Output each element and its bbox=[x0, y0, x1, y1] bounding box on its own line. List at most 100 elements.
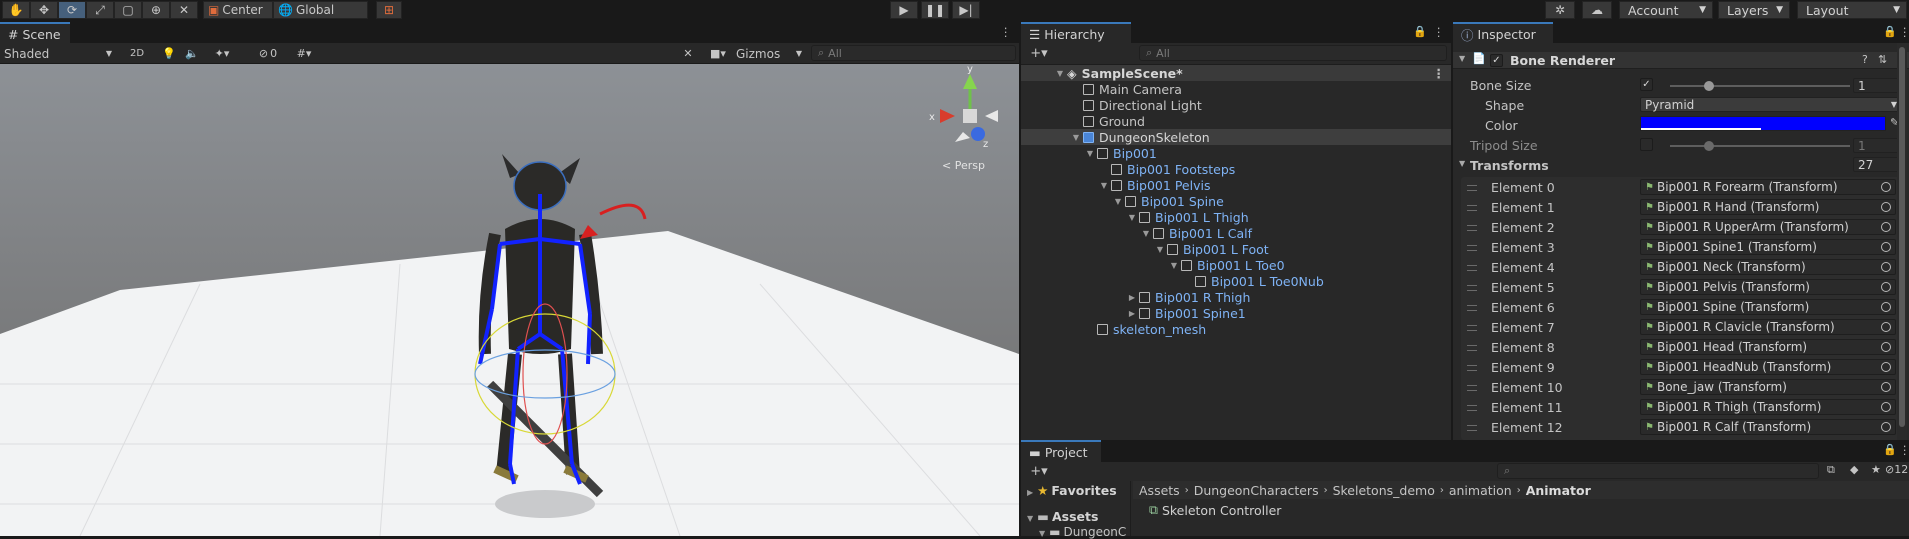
tree-item-bip001-spine[interactable]: ▼ Bip001 Spine bbox=[1021, 193, 1371, 209]
scene-search-input[interactable]: ⌕ All bbox=[811, 45, 1016, 61]
expand-arrow-icon[interactable]: ▼ bbox=[1039, 529, 1045, 538]
expand-arrow-icon[interactable]: ▼ bbox=[1071, 133, 1081, 142]
space-toggle[interactable]: 🌐 Global bbox=[273, 1, 368, 19]
inspector-scrollbar[interactable] bbox=[1897, 43, 1907, 440]
object-picker-icon[interactable] bbox=[1881, 282, 1891, 292]
expand-arrow-icon[interactable]: ▶ bbox=[1127, 309, 1137, 318]
more-options-icon[interactable]: ⋮ bbox=[1433, 25, 1445, 39]
object-picker-icon[interactable] bbox=[1881, 202, 1891, 212]
collab-button[interactable]: ✲ bbox=[1545, 1, 1575, 19]
transform-element-row[interactable]: Element 10 ⚑ Bone_jaw (Transform) bbox=[1461, 379, 1901, 397]
tree-item-main-camera[interactable]: Main Camera bbox=[1021, 81, 1371, 97]
object-picker-icon[interactable] bbox=[1881, 362, 1891, 372]
drag-handle-icon[interactable] bbox=[1467, 405, 1477, 411]
breadcrumb-item[interactable]: Assets bbox=[1139, 483, 1180, 498]
expand-arrow-icon[interactable]: ▼ bbox=[1141, 229, 1151, 238]
tab-scene[interactable]: # Scene bbox=[0, 22, 70, 44]
transform-element-row[interactable]: Element 4 ⚑ Bip001 Neck (Transform) bbox=[1461, 259, 1901, 277]
bone-size-checkbox[interactable]: ✓ bbox=[1640, 78, 1653, 91]
transform-element-row[interactable]: Element 2 ⚑ Bip001 R UpperArm (Transform) bbox=[1461, 219, 1901, 237]
bone-size-field[interactable]: 1 bbox=[1853, 78, 1903, 93]
tab-hierarchy[interactable]: ☰ Hierarchy bbox=[1021, 22, 1131, 44]
transform-object-field[interactable]: ⚑ Bip001 R Calf (Transform) bbox=[1640, 419, 1896, 435]
expand-arrow-icon[interactable]: ▼ bbox=[1085, 149, 1095, 158]
expand-arrow-icon[interactable]: ▼ bbox=[1169, 261, 1179, 270]
tree-item-assets[interactable]: ▼ ▬ Assets bbox=[1027, 509, 1098, 524]
tab-project[interactable]: ▬ Project bbox=[1021, 440, 1101, 462]
move-tool-button[interactable]: ✥ bbox=[30, 1, 58, 19]
object-picker-icon[interactable] bbox=[1881, 382, 1891, 392]
audio-toggle[interactable]: 🔈 bbox=[183, 45, 201, 62]
transform-object-field[interactable]: ⚑ Bip001 Head (Transform) bbox=[1640, 339, 1896, 355]
bone-size-slider[interactable] bbox=[1670, 85, 1850, 87]
transform-object-field[interactable]: ⚑ Bip001 Spine (Transform) bbox=[1640, 299, 1896, 315]
transform-element-row[interactable]: Element 5 ⚑ Bip001 Pelvis (Transform) bbox=[1461, 279, 1901, 297]
transform-element-row[interactable]: Element 7 ⚑ Bip001 R Clavicle (Transform) bbox=[1461, 319, 1901, 337]
lock-icon[interactable]: 🔒 bbox=[1883, 25, 1897, 38]
breadcrumb-item-current[interactable]: Animator bbox=[1526, 483, 1591, 498]
expand-arrow-icon[interactable]: ▼ bbox=[1155, 245, 1165, 254]
expand-arrow-icon[interactable]: ▼ bbox=[1459, 54, 1465, 63]
custom-tool-button[interactable]: ✕ bbox=[170, 1, 198, 19]
tree-item-dungeonskeleton[interactable]: ▼ DungeonSkeleton bbox=[1021, 129, 1451, 145]
object-picker-icon[interactable] bbox=[1881, 222, 1891, 232]
tab-inspector[interactable]: ⓘ Inspector bbox=[1453, 22, 1553, 44]
tree-item-bip001-pelvis[interactable]: ▼ Bip001 Pelvis bbox=[1021, 177, 1371, 193]
tree-item-favorites[interactable]: ▶ ★ Favorites bbox=[1027, 483, 1117, 498]
expand-arrow-icon[interactable]: ▼ bbox=[1027, 514, 1033, 523]
object-picker-icon[interactable] bbox=[1881, 422, 1891, 432]
drag-handle-icon[interactable] bbox=[1467, 245, 1477, 251]
component-enabled-checkbox[interactable]: ✓ bbox=[1490, 54, 1503, 67]
bone-size-slider-handle[interactable] bbox=[1704, 81, 1714, 91]
drag-handle-icon[interactable] bbox=[1467, 425, 1477, 431]
color-field[interactable] bbox=[1640, 116, 1886, 131]
breadcrumb-item[interactable]: animation bbox=[1449, 483, 1512, 498]
object-picker-icon[interactable] bbox=[1881, 402, 1891, 412]
expand-arrow-icon[interactable]: ▼ bbox=[1113, 197, 1123, 206]
rotate-tool-button[interactable]: ⟳ bbox=[58, 1, 86, 19]
expand-arrow-icon[interactable]: ▼ bbox=[1127, 213, 1137, 222]
drag-handle-icon[interactable] bbox=[1467, 225, 1477, 231]
presets-icon[interactable]: ⇅ bbox=[1878, 53, 1887, 66]
more-options-icon[interactable]: ⋮ bbox=[1433, 66, 1446, 81]
project-search-input[interactable]: ⌕ bbox=[1497, 463, 1819, 479]
expand-arrow-icon[interactable]: ▶ bbox=[1127, 293, 1137, 302]
step-button[interactable]: ▶| bbox=[952, 1, 980, 19]
tree-item-bip001-footsteps[interactable]: Bip001 Footsteps bbox=[1021, 161, 1371, 177]
drag-handle-icon[interactable] bbox=[1467, 265, 1477, 271]
2d-toggle[interactable]: 2D bbox=[126, 45, 148, 62]
breadcrumb-item[interactable]: DungeonCharacters bbox=[1194, 483, 1319, 498]
transform-element-row[interactable]: Element 3 ⚑ Bip001 Spine1 (Transform) bbox=[1461, 239, 1901, 257]
camera-dropdown[interactable]: ■▾ bbox=[704, 45, 732, 62]
drag-handle-icon[interactable] bbox=[1467, 325, 1477, 331]
expand-arrow-icon[interactable]: ▼ bbox=[1055, 69, 1065, 78]
tree-item-bip001-r-thigh[interactable]: ▶ Bip001 R Thigh bbox=[1021, 289, 1371, 305]
more-options-icon[interactable]: ⋮ bbox=[1899, 443, 1909, 457]
hierarchy-search-input[interactable]: ⌕ All bbox=[1139, 45, 1447, 61]
tools-button[interactable]: ✕ bbox=[678, 45, 698, 62]
shading-mode-dropdown[interactable]: Shaded ▼ bbox=[2, 45, 116, 62]
tree-item-skeleton-mesh[interactable]: skeleton_mesh bbox=[1021, 321, 1371, 337]
lock-icon[interactable]: 🔒 bbox=[1883, 443, 1897, 456]
tree-item-bip001-l-toe0[interactable]: ▼ Bip001 L Toe0 bbox=[1021, 257, 1371, 273]
transform-object-field[interactable]: ⚑ Bip001 Pelvis (Transform) bbox=[1640, 279, 1896, 295]
pause-button[interactable]: ❚❚ bbox=[921, 1, 949, 19]
scene-render[interactable]: x y z < Persp bbox=[0, 64, 1019, 536]
transform-object-field[interactable]: ⚑ Bip001 R Forearm (Transform) bbox=[1640, 179, 1896, 195]
drag-handle-icon[interactable] bbox=[1467, 285, 1477, 291]
object-picker-icon[interactable] bbox=[1881, 302, 1891, 312]
grid-snap-button[interactable]: ⊞ bbox=[376, 1, 402, 19]
transform-object-field[interactable]: ⚑ Bip001 R Hand (Transform) bbox=[1640, 199, 1896, 215]
help-icon[interactable]: ? bbox=[1862, 53, 1868, 66]
hidden-packages-toggle[interactable]: ⊘12 bbox=[1885, 463, 1908, 476]
drag-handle-icon[interactable] bbox=[1467, 365, 1477, 371]
play-button[interactable]: ▶ bbox=[890, 1, 918, 19]
pivot-toggle[interactable]: ▣ Center bbox=[203, 1, 273, 19]
layers-dropdown[interactable]: Layers ▼ bbox=[1718, 1, 1790, 19]
hand-tool-button[interactable]: ✋ bbox=[2, 1, 30, 19]
object-picker-icon[interactable] bbox=[1881, 342, 1891, 352]
shape-dropdown[interactable]: Pyramid ▼ bbox=[1640, 97, 1903, 112]
asset-item-skeleton-controller[interactable]: ⧉ Skeleton Controller bbox=[1149, 502, 1281, 518]
tree-item-bip001[interactable]: ▼ Bip001 bbox=[1021, 145, 1371, 161]
scene-viewport[interactable]: x y z < Persp bbox=[0, 64, 1019, 536]
